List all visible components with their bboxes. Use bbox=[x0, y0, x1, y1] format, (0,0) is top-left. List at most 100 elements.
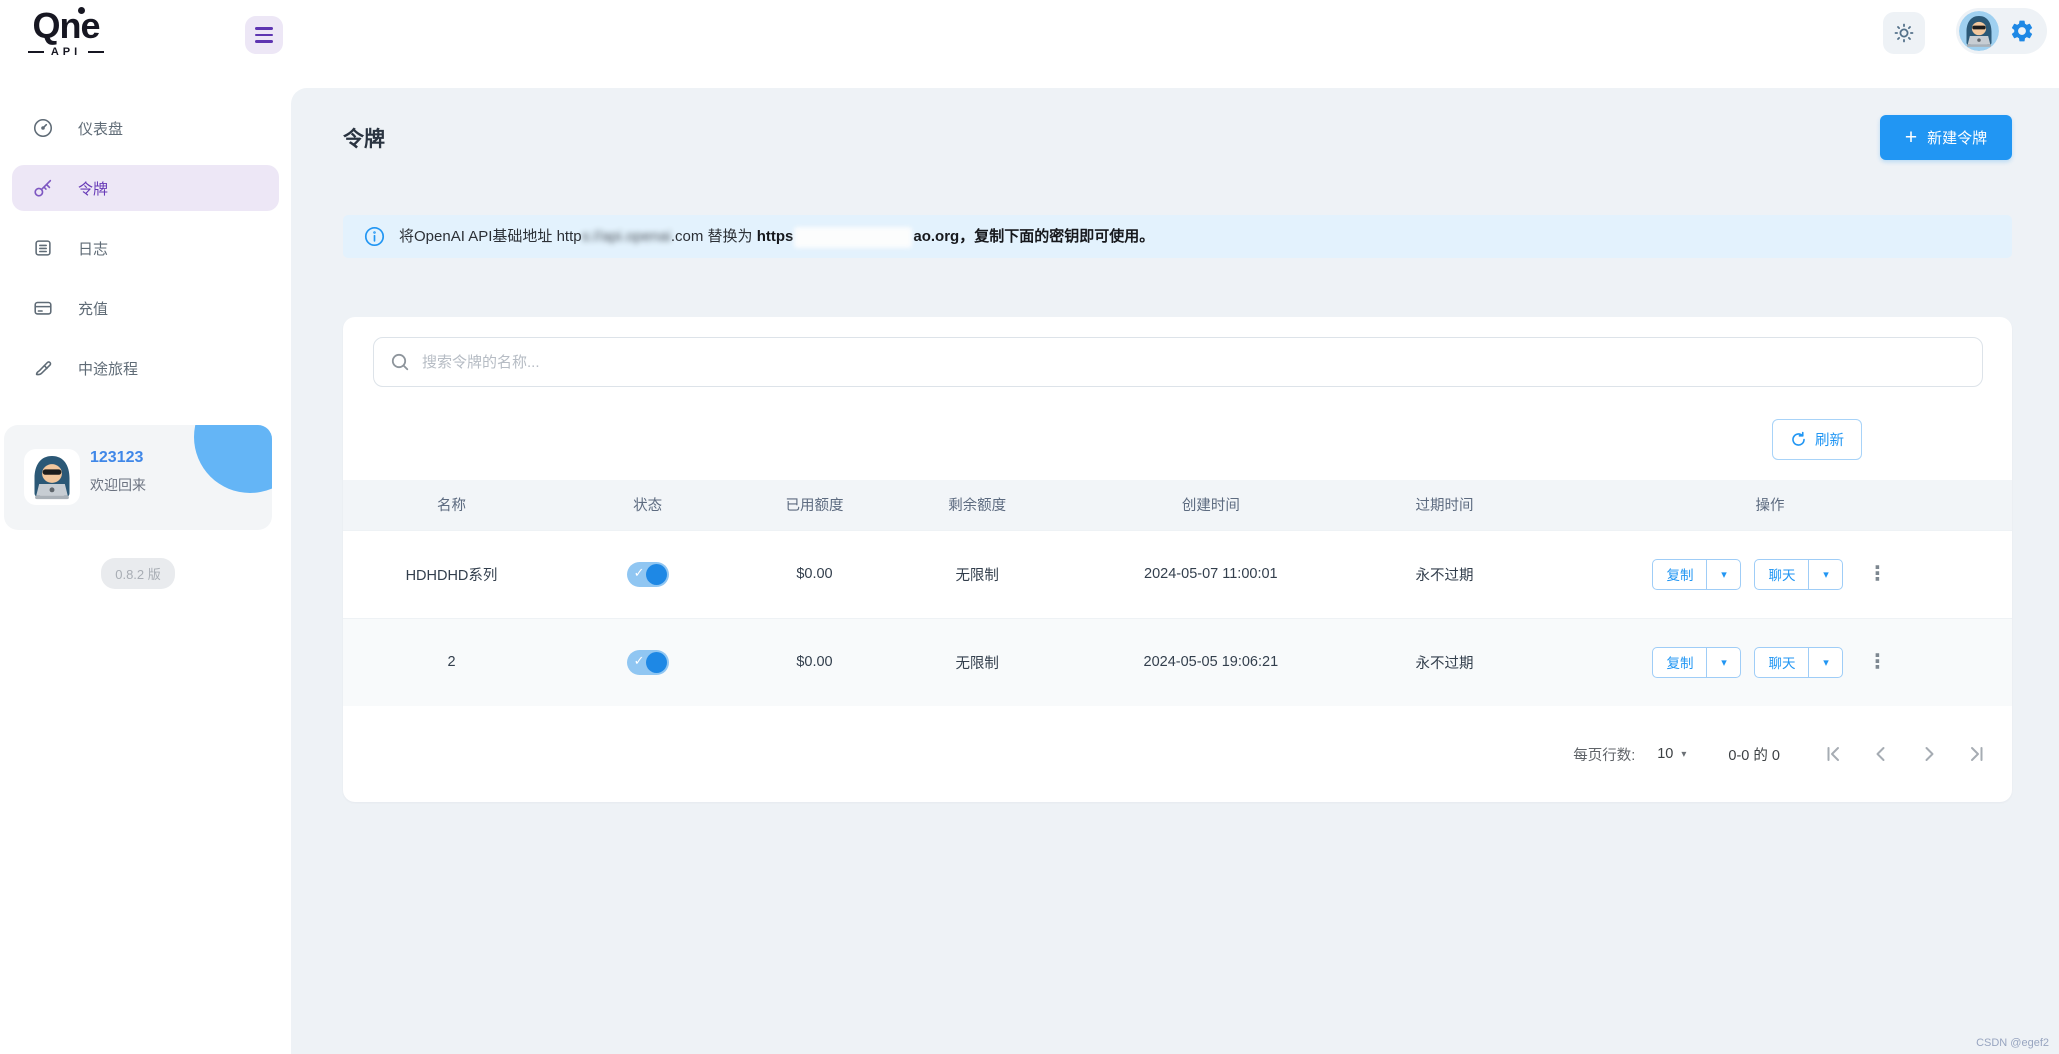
first-page-icon bbox=[1823, 744, 1843, 764]
copy-dropdown-button[interactable]: ▾ bbox=[1707, 648, 1740, 677]
sidebar-item-dashboard[interactable]: 仪表盘 bbox=[12, 105, 279, 151]
search-input[interactable] bbox=[422, 354, 1966, 371]
redacted-url-segment: s://api.openai bbox=[582, 228, 671, 245]
copy-split-button[interactable]: 复制 ▾ bbox=[1652, 647, 1741, 678]
page-title: 令牌 bbox=[343, 123, 385, 153]
expire-time: 永不过期 bbox=[1361, 618, 1528, 706]
user-name: 123123 bbox=[90, 449, 143, 467]
chat-dropdown-button[interactable]: ▾ bbox=[1809, 648, 1842, 677]
sidebar-item-label: 充值 bbox=[78, 298, 108, 319]
search-icon bbox=[390, 352, 410, 372]
sidebar-item-label: 仪表盘 bbox=[78, 118, 123, 139]
user-greeting: 欢迎回来 bbox=[90, 475, 146, 495]
chat-button[interactable]: 聊天 bbox=[1755, 648, 1809, 677]
new-token-button[interactable]: + 新建令牌 bbox=[1880, 115, 2012, 160]
pagination: 每页行数: 10 ▾ 0-0 的 0 bbox=[343, 706, 2012, 802]
menu-toggle-button[interactable] bbox=[245, 16, 283, 54]
sidebar-menu: 仪表盘 令牌 日志 充值 bbox=[0, 105, 291, 391]
sidebar-item-label: 令牌 bbox=[78, 178, 108, 199]
paintbrush-icon bbox=[32, 357, 54, 379]
theme-toggle-button[interactable] bbox=[1883, 12, 1925, 54]
used-quota: $0.00 bbox=[735, 618, 894, 706]
log-list-icon bbox=[32, 237, 54, 259]
last-page-icon bbox=[1967, 744, 1987, 764]
chevron-down-icon: ▾ bbox=[1823, 568, 1829, 581]
expire-time: 永不过期 bbox=[1361, 530, 1528, 618]
chat-dropdown-button[interactable]: ▾ bbox=[1809, 560, 1842, 589]
sidebar: 仪表盘 令牌 日志 充值 bbox=[0, 88, 291, 1054]
token-name: 2 bbox=[343, 618, 560, 706]
previous-page-button[interactable] bbox=[1870, 743, 1892, 765]
rows-per-page-label: 每页行数: bbox=[1573, 744, 1635, 765]
column-header-status: 状态 bbox=[560, 480, 735, 530]
user-menu[interactable] bbox=[1956, 8, 2047, 54]
token-name: HDHDHD系列 bbox=[343, 530, 560, 618]
chat-split-button[interactable]: 聊天 ▾ bbox=[1754, 647, 1843, 678]
toggle-knob bbox=[646, 564, 667, 585]
redacted-url-patch bbox=[794, 227, 912, 248]
table-row: 2 ✓ $0.00 无限制 2024-05-05 19:06:21 永不过期 bbox=[343, 618, 2012, 706]
copy-dropdown-button[interactable]: ▾ bbox=[1707, 560, 1740, 589]
avatar bbox=[24, 449, 80, 505]
dashboard-icon bbox=[32, 117, 54, 139]
used-quota: $0.00 bbox=[735, 530, 894, 618]
hamburger-icon bbox=[255, 27, 273, 30]
table-header-row: 名称 状态 已用额度 剩余额度 创建时间 过期时间 操作 bbox=[343, 480, 2012, 530]
copy-split-button[interactable]: 复制 ▾ bbox=[1652, 559, 1741, 590]
copy-button[interactable]: 复制 bbox=[1653, 648, 1707, 677]
check-icon: ✓ bbox=[634, 653, 645, 669]
next-page-button[interactable] bbox=[1918, 743, 1940, 765]
column-header-expires: 过期时间 bbox=[1361, 480, 1528, 530]
main-panel: 令牌 + 新建令牌 将OpenAI API基础地址 https://api.op… bbox=[291, 88, 2059, 1054]
column-header-created: 创建时间 bbox=[1061, 480, 1361, 530]
pagination-range: 0-0 的 0 bbox=[1728, 744, 1780, 765]
sidebar-item-recharge[interactable]: 充值 bbox=[12, 285, 279, 331]
search-box[interactable] bbox=[373, 337, 1983, 387]
status-toggle[interactable]: ✓ bbox=[627, 562, 669, 587]
sidebar-item-label: 中途旅程 bbox=[78, 358, 138, 379]
status-toggle[interactable]: ✓ bbox=[627, 650, 669, 675]
chevron-down-icon: ▾ bbox=[1721, 568, 1727, 581]
created-time: 2024-05-07 11:00:01 bbox=[1061, 530, 1361, 618]
avatar[interactable] bbox=[1959, 11, 1999, 51]
chevron-left-icon bbox=[1871, 744, 1891, 764]
chat-split-button[interactable]: 聊天 ▾ bbox=[1754, 559, 1843, 590]
column-header-actions: 操作 bbox=[1528, 480, 2012, 530]
key-icon bbox=[32, 177, 54, 199]
sidebar-item-logs[interactable]: 日志 bbox=[12, 225, 279, 271]
more-actions-button[interactable]: ⋮ bbox=[1867, 564, 1887, 584]
created-time: 2024-05-05 19:06:21 bbox=[1061, 618, 1361, 706]
tokens-table: 名称 状态 已用额度 剩余额度 创建时间 过期时间 操作 HDHDHD系列 ✓ bbox=[343, 480, 2012, 706]
logo-subtitle: API bbox=[16, 46, 116, 58]
dots-vertical-icon: ⋮ bbox=[1867, 651, 1887, 673]
column-header-used: 已用额度 bbox=[735, 480, 894, 530]
user-card[interactable]: 123123 欢迎回来 bbox=[4, 425, 272, 530]
sidebar-item-midjourney[interactable]: 中途旅程 bbox=[12, 345, 279, 391]
app-logo[interactable]: Qne API bbox=[16, 6, 116, 58]
first-page-button[interactable] bbox=[1822, 743, 1844, 765]
dots-vertical-icon: ⋮ bbox=[1867, 563, 1887, 585]
caret-down-icon: ▾ bbox=[1681, 749, 1686, 760]
info-icon bbox=[364, 226, 385, 247]
check-icon: ✓ bbox=[634, 565, 645, 581]
more-actions-button[interactable]: ⋮ bbox=[1867, 652, 1887, 672]
info-banner: 将OpenAI API基础地址 https://api.openai.com 替… bbox=[343, 215, 2012, 258]
version-badge: 0.8.2 版 bbox=[101, 558, 175, 589]
column-header-name: 名称 bbox=[343, 480, 560, 530]
tokens-card: 刷新 名称 状态 已用额度 剩余额度 创建时间 过期时间 操作 HDHDHD系列 bbox=[343, 317, 2012, 802]
banner-text: 将OpenAI API基础地址 https://api.openai.com 替… bbox=[399, 225, 1154, 248]
top-bar: Qne API bbox=[0, 0, 2059, 88]
sidebar-item-tokens[interactable]: 令牌 bbox=[12, 165, 279, 211]
rows-per-page-select[interactable]: 10 ▾ bbox=[1657, 746, 1686, 762]
copy-button[interactable]: 复制 bbox=[1653, 560, 1707, 589]
sun-icon bbox=[1892, 21, 1916, 45]
settings-gear-icon[interactable] bbox=[2009, 18, 2035, 44]
last-page-button[interactable] bbox=[1966, 743, 1988, 765]
chevron-right-icon bbox=[1919, 744, 1939, 764]
refresh-button[interactable]: 刷新 bbox=[1772, 419, 1862, 460]
sidebar-item-label: 日志 bbox=[78, 238, 108, 259]
chat-button[interactable]: 聊天 bbox=[1755, 560, 1809, 589]
table-row: HDHDHD系列 ✓ $0.00 无限制 2024-05-07 11:00:01… bbox=[343, 530, 2012, 618]
remaining-quota: 无限制 bbox=[894, 530, 1061, 618]
watermark: CSDN @egef2 bbox=[1976, 1037, 2049, 1049]
